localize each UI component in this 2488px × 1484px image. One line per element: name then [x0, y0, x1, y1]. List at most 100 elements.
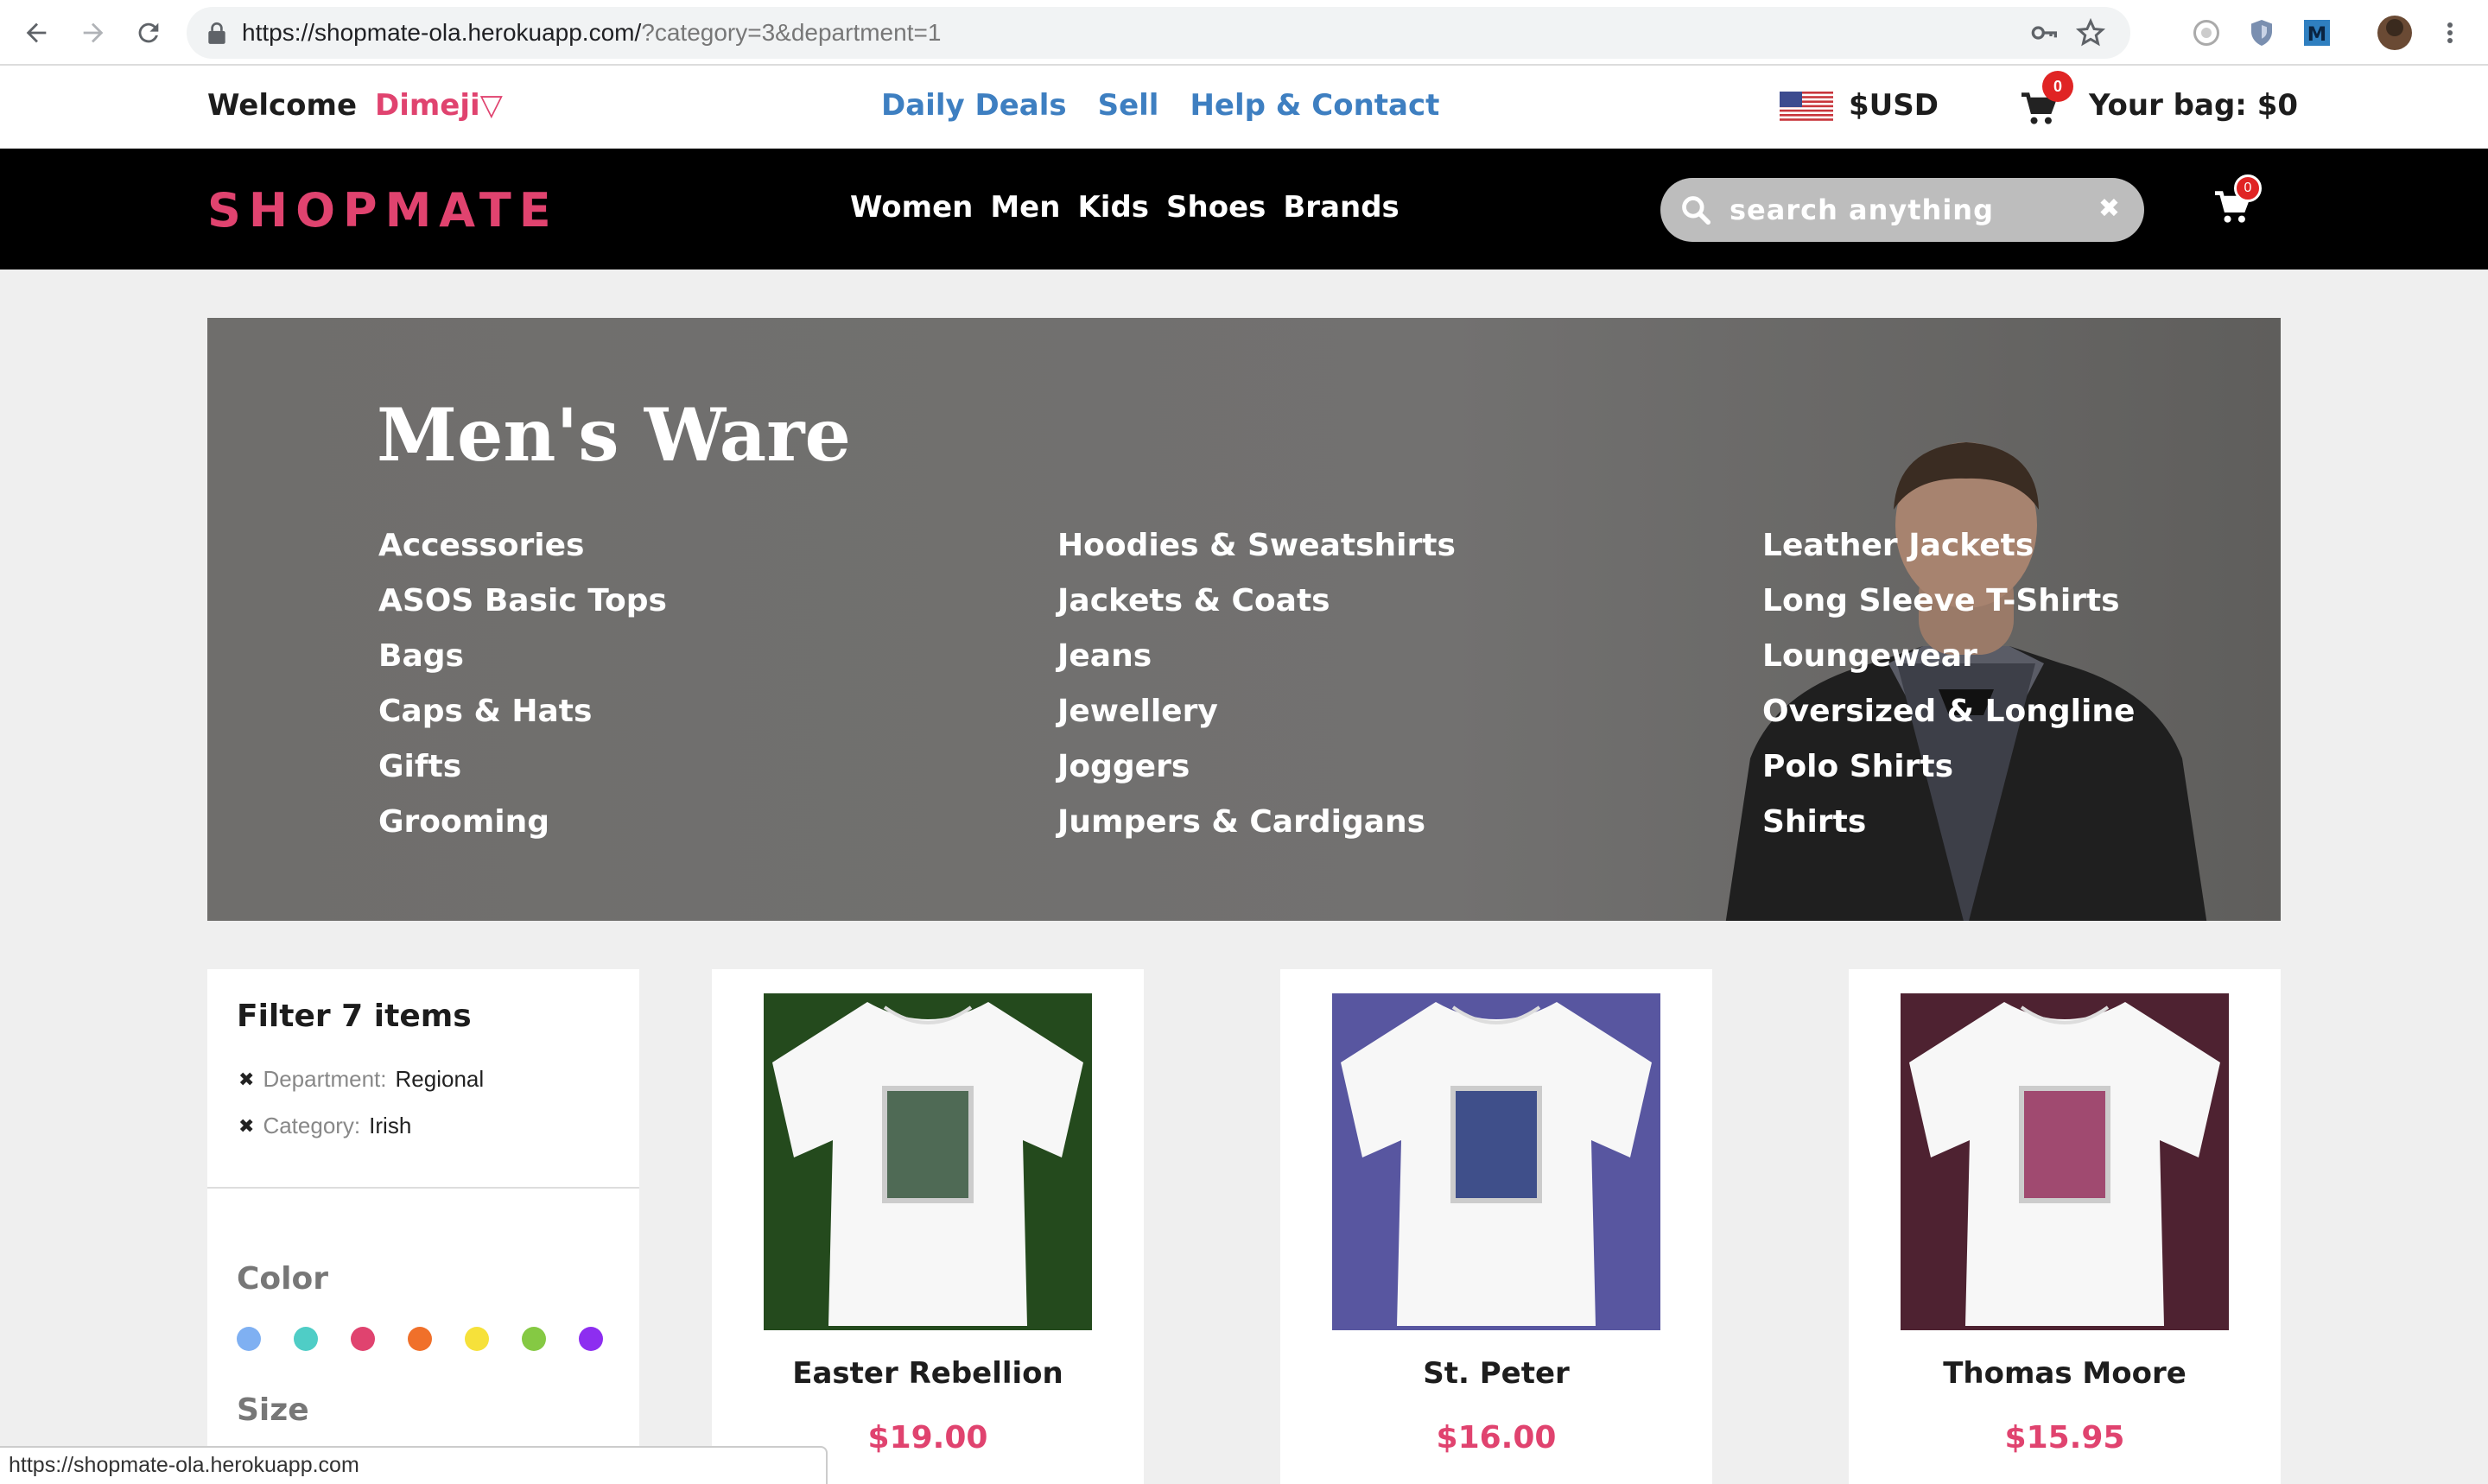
browser-toolbar: https://shopmate-ola.herokuapp.com/?cate…: [0, 0, 2488, 66]
product-image[interactable]: [764, 993, 1092, 1330]
remove-filter-icon[interactable]: ✖: [238, 1069, 254, 1091]
category-link[interactable]: Oversized & Longline: [1762, 684, 2135, 739]
nav-brands[interactable]: Brands: [1283, 190, 1399, 225]
department-menu: Women Men Kids Shoes Brands: [850, 190, 1400, 225]
color-swatch[interactable]: [465, 1327, 489, 1351]
link-status-bar: https://shopmate-ola.herokuapp.com: [0, 1446, 828, 1484]
category-link[interactable]: Jewellery: [1057, 684, 1456, 739]
category-link[interactable]: Caps & Hats: [378, 684, 667, 739]
tshirt-graphic: [1341, 1002, 1652, 1326]
category-link[interactable]: Jeans: [1057, 629, 1456, 684]
category-column-2: Hoodies & Sweatshirts Jackets & Coats Je…: [1057, 518, 1456, 850]
us-flag-icon[interactable]: [1780, 92, 1833, 121]
back-button[interactable]: [19, 16, 54, 50]
search-input[interactable]: [1730, 190, 2075, 230]
sell-link[interactable]: Sell: [1098, 88, 1159, 123]
search-icon[interactable]: [1679, 193, 1712, 226]
category-link[interactable]: Hoodies & Sweatshirts: [1057, 518, 1456, 574]
profile-avatar[interactable]: [2377, 16, 2412, 50]
color-swatch[interactable]: [294, 1327, 318, 1351]
category-link[interactable]: Jumpers & Cardigans: [1057, 795, 1456, 850]
filter-panel: Filter 7 items ✖ Department: Regional ✖ …: [207, 969, 639, 1484]
category-link[interactable]: Grooming: [378, 795, 667, 850]
nav-kids[interactable]: Kids: [1077, 190, 1149, 225]
key-icon[interactable]: [2030, 19, 2058, 47]
stamp-print: [2019, 1086, 2110, 1203]
address-bar[interactable]: https://shopmate-ola.herokuapp.com/?cate…: [187, 7, 2130, 59]
product-name[interactable]: Thomas Moore: [1849, 1356, 2281, 1391]
filter-header: Filter 7 items ✖ Department: Regional ✖ …: [207, 969, 639, 1189]
category-link[interactable]: Leather Jackets: [1762, 518, 2135, 574]
product-name[interactable]: St. Peter: [1280, 1356, 1712, 1391]
filter-chip-department[interactable]: ✖ Department: Regional: [238, 1066, 484, 1093]
clear-search-icon[interactable]: ✖: [2098, 193, 2120, 224]
lock-icon: [208, 22, 225, 44]
bag-total[interactable]: Your bag: $0: [2089, 88, 2298, 123]
size-filter-title: Size: [237, 1392, 309, 1428]
filter-title: Filter 7 items: [237, 999, 472, 1034]
color-swatch[interactable]: [579, 1327, 603, 1351]
browser-menu-icon[interactable]: [2441, 16, 2459, 50]
category-link[interactable]: Gifts: [378, 739, 667, 795]
tshirt-graphic: [1909, 1002, 2220, 1326]
back-arrow-icon: [26, 22, 47, 43]
nav-shoes[interactable]: Shoes: [1166, 190, 1266, 225]
color-swatch[interactable]: [237, 1327, 261, 1351]
cart-count-badge: 0: [2042, 71, 2073, 102]
stamp-print: [1450, 1086, 1542, 1203]
welcome-text: Welcome: [207, 88, 358, 123]
hero-banner: Men's Ware Accessories ASOS Basic Tops B…: [207, 318, 2281, 921]
category-link[interactable]: Shirts: [1762, 795, 2135, 850]
currency-selector[interactable]: $USD: [1849, 88, 1939, 123]
caret-down-icon: ▽: [479, 88, 503, 123]
tshirt-graphic: [772, 1002, 1083, 1326]
category-column-1: Accessories ASOS Basic Tops Bags Caps & …: [378, 518, 667, 850]
category-link[interactable]: Long Sleeve T-Shirts: [1762, 574, 2135, 629]
category-link[interactable]: Polo Shirts: [1762, 739, 2135, 795]
nav-women[interactable]: Women: [850, 190, 973, 225]
search-box: ✖: [1660, 178, 2144, 242]
color-swatch[interactable]: [408, 1327, 432, 1351]
remove-filter-icon[interactable]: ✖: [238, 1115, 254, 1138]
color-swatch[interactable]: [351, 1327, 375, 1351]
main-nav: SHOPMATE Women Men Kids Shoes Brands ✖ 0: [0, 149, 2488, 270]
color-filter-title: Color: [237, 1261, 328, 1297]
hero-title: Men's Ware: [377, 392, 851, 478]
color-swatch[interactable]: [522, 1327, 546, 1351]
product-price: $16.00: [1436, 1420, 1557, 1455]
product-price: $15.95: [2004, 1420, 2125, 1455]
category-link[interactable]: Accessories: [378, 518, 667, 574]
category-link[interactable]: Jackets & Coats: [1057, 574, 1456, 629]
nav-cart-badge: 0: [2234, 174, 2262, 202]
nav-men[interactable]: Men: [990, 190, 1060, 225]
filter-chip-category[interactable]: ✖ Category: Irish: [238, 1113, 411, 1139]
category-link[interactable]: Bags: [378, 629, 667, 684]
extension-shield-icon[interactable]: [2246, 17, 2277, 48]
product-image[interactable]: [1332, 993, 1660, 1330]
top-bar: Welcome Dimeji▽ Daily Deals Sell Help & …: [0, 66, 2488, 149]
category-link[interactable]: Loungewear: [1762, 629, 2135, 684]
product-card[interactable]: St. Peter $16.00: [1280, 969, 1712, 1484]
forward-arrow-icon: [83, 22, 104, 43]
color-swatches: [237, 1327, 603, 1351]
top-links: Daily Deals Sell Help & Contact: [881, 88, 1439, 123]
reload-button[interactable]: [131, 16, 166, 50]
category-link[interactable]: Joggers: [1057, 739, 1456, 795]
category-link[interactable]: ASOS Basic Tops: [378, 574, 667, 629]
daily-deals-link[interactable]: Daily Deals: [881, 88, 1067, 123]
user-menu[interactable]: Dimeji▽: [375, 88, 503, 123]
product-name[interactable]: Easter Rebellion: [712, 1356, 1144, 1391]
product-card[interactable]: Thomas Moore $15.95: [1849, 969, 2281, 1484]
stamp-print: [882, 1086, 974, 1203]
forward-button[interactable]: [76, 16, 111, 50]
category-column-3: Leather Jackets Long Sleeve T-Shirts Lou…: [1762, 518, 2135, 850]
extension-camera-icon[interactable]: [2191, 17, 2222, 48]
reload-icon: [138, 22, 159, 43]
extension-m-icon[interactable]: M: [2301, 17, 2332, 48]
bookmark-star-icon[interactable]: [2075, 17, 2106, 48]
product-image[interactable]: [1901, 993, 2229, 1330]
help-contact-link[interactable]: Help & Contact: [1190, 88, 1439, 123]
shopmate-logo[interactable]: SHOPMATE: [207, 183, 559, 238]
url-text: https://shopmate-ola.herokuapp.com/?cate…: [242, 19, 942, 46]
product-card[interactable]: Easter Rebellion $19.00: [712, 969, 1144, 1484]
